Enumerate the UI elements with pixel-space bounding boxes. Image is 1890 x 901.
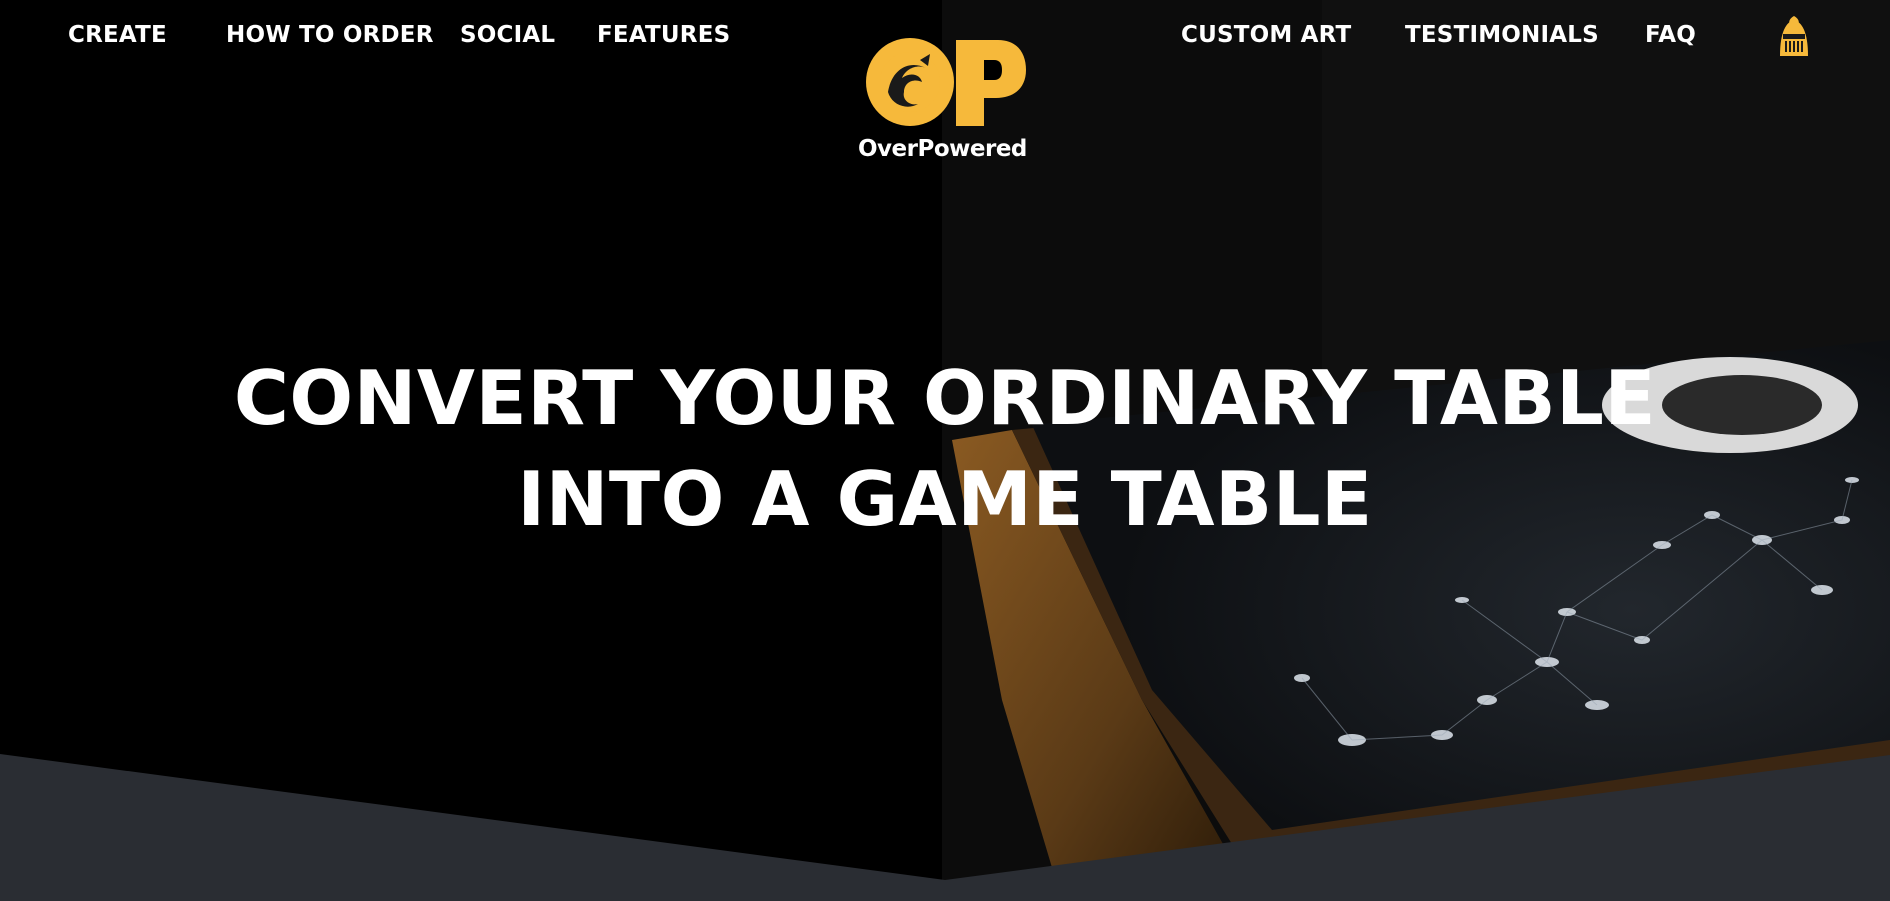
hero-headline-line1: CONVERT YOUR ORDINARY TABLE xyxy=(233,354,1657,442)
nav-features[interactable]: FEATURES xyxy=(597,20,730,50)
hero-headline: CONVERT YOUR ORDINARY TABLE INTO A GAME … xyxy=(0,348,1890,550)
nav-social[interactable]: SOCIAL xyxy=(460,20,555,50)
hero-section: CREATE HOW TO ORDER SOCIAL FEATURES CUST… xyxy=(0,0,1890,901)
knight-helmet-icon[interactable] xyxy=(1774,14,1814,60)
logo-wordmark: OverPowered xyxy=(858,136,1027,162)
nav-faq[interactable]: FAQ xyxy=(1645,20,1696,50)
hero-headline-line2: INTO A GAME TABLE xyxy=(517,455,1373,543)
nav-how-to-order[interactable]: HOW TO ORDER xyxy=(226,20,434,50)
nav-create[interactable]: CREATE xyxy=(68,20,167,50)
nav-custom-art[interactable]: CUSTOM ART xyxy=(1181,20,1351,50)
nav-testimonials[interactable]: TESTIMONIALS xyxy=(1405,20,1599,50)
